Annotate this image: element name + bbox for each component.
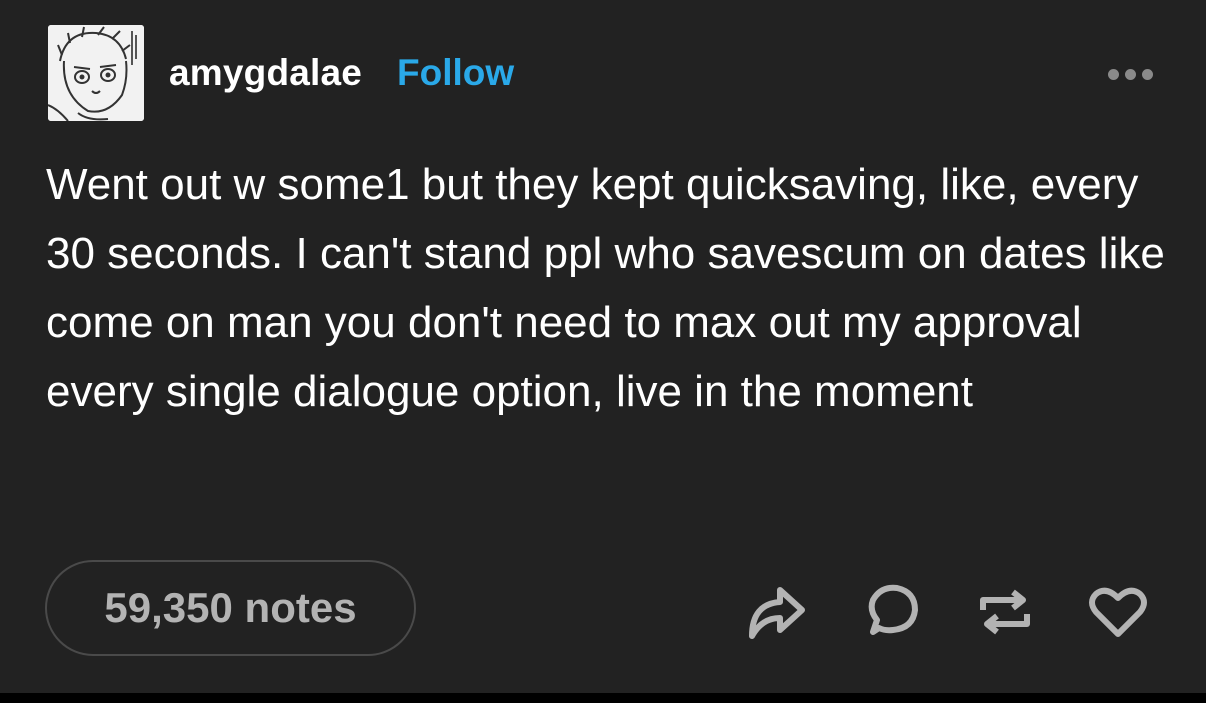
share-arrow-icon: [749, 587, 805, 639]
heart-icon: [1089, 587, 1147, 637]
post-username[interactable]: amygdalae: [169, 52, 362, 94]
more-dot-icon: [1142, 68, 1153, 80]
notes-count: 59,350 notes: [104, 584, 357, 631]
follow-button[interactable]: Follow: [397, 52, 514, 94]
like-button[interactable]: [1086, 580, 1150, 644]
notes-button[interactable]: 59,350 notes: [45, 560, 416, 656]
share-button[interactable]: [744, 580, 808, 644]
more-options-button[interactable]: [1108, 64, 1168, 84]
avatar[interactable]: [48, 25, 144, 121]
bottom-edge: [0, 693, 1206, 703]
more-dot-icon: [1125, 68, 1136, 80]
more-dot-icon: [1108, 68, 1119, 80]
comment-bubble-icon: [868, 584, 918, 635]
post-card: amygdalae Follow Went out w some1 but th…: [0, 0, 1206, 693]
avatar-sketch-icon: [48, 25, 144, 121]
reply-button[interactable]: [859, 580, 923, 644]
reblog-icon: [980, 589, 1030, 635]
reblog-button[interactable]: [973, 580, 1037, 644]
post-body-text: Went out w some1 but they kept quicksavi…: [46, 160, 1165, 416]
